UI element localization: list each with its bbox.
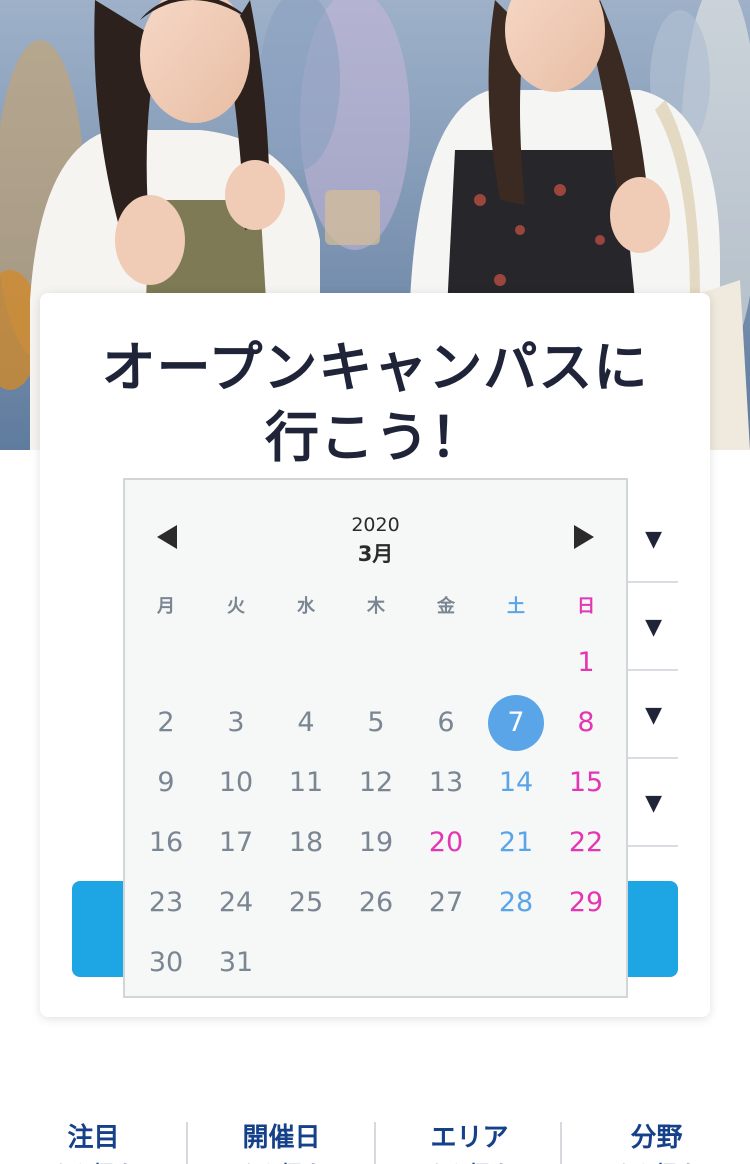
calendar-day[interactable]: 19 [341, 815, 411, 871]
calendar-day-number: 24 [218, 887, 254, 918]
calendar-day[interactable]: 22 [551, 815, 621, 871]
calendar-day-number: 28 [498, 887, 534, 918]
calendar-day[interactable]: 31 [201, 935, 271, 991]
calendar-day[interactable]: 30 [131, 935, 201, 991]
calendar-day-number: 31 [218, 947, 254, 978]
title-line-1: オープンキャンパスに [101, 336, 649, 399]
calendar-day-number: 6 [437, 707, 455, 738]
calendar-day[interactable]: 15 [551, 755, 621, 811]
calendar-day-number: 17 [218, 827, 254, 858]
nav-item-sub: から探す [0, 1156, 187, 1164]
calendar-day-number: 4 [297, 707, 315, 738]
calendar-day[interactable]: 4 [271, 695, 341, 751]
calendar-day[interactable]: 2 [131, 695, 201, 751]
nav-item-field[interactable]: 分野 から探す [563, 1120, 750, 1164]
calendar-day-number: 15 [568, 767, 604, 798]
chevron-down-icon: ▼ [645, 791, 662, 816]
calendar-day-number: 21 [498, 827, 534, 858]
calendar-day-number: 10 [218, 767, 254, 798]
nav-item-label: 分野 [630, 1123, 683, 1153]
calendar-day[interactable]: 13 [411, 755, 481, 811]
calendar-day-number: 30 [148, 947, 184, 978]
chevron-down-icon: ▼ [645, 703, 662, 728]
calendar-day-number: 25 [288, 887, 324, 918]
date-picker-popup: 2020 3月 月 火 水 木 金 土 日 1 2 3 4 5 6 7 8 9 10 11 12 13 1… [123, 478, 628, 998]
calendar-day-number: 12 [358, 767, 394, 798]
calendar-day[interactable]: 1 [551, 635, 621, 691]
nav-item-sub: から探す [376, 1156, 563, 1164]
nav-item-label: 開催日 [242, 1123, 321, 1153]
calendar-day-number: 13 [428, 767, 464, 798]
calendar-day-grid: 1 2 3 4 5 6 7 8 9 10 11 12 13 14 15 16 17 18 19 20 21 22 23 24 2… [131, 480, 621, 1000]
calendar-day[interactable]: 29 [551, 875, 621, 931]
calendar-day[interactable]: 11 [271, 755, 341, 811]
calendar-day-number: 20 [428, 827, 464, 858]
nav-divider [560, 1122, 562, 1164]
calendar-day[interactable]: 10 [201, 755, 271, 811]
calendar-day-number: 18 [288, 827, 324, 858]
calendar-day-number: 14 [498, 767, 534, 798]
calendar-day-number: 23 [148, 887, 184, 918]
calendar-day-number: 16 [148, 827, 184, 858]
nav-item-sub: から探す [563, 1156, 750, 1164]
title-line-2: 行こう！ [265, 406, 485, 469]
calendar-day[interactable]: 8 [551, 695, 621, 751]
calendar-day-number: 19 [358, 827, 394, 858]
calendar-day-number: 9 [157, 767, 175, 798]
calendar-day-number: 1 [577, 647, 595, 678]
calendar-day-number: 11 [288, 767, 324, 798]
calendar-day[interactable]: 16 [131, 815, 201, 871]
nav-item-area[interactable]: エリア から探す [376, 1120, 563, 1164]
calendar-day[interactable]: 24 [201, 875, 271, 931]
calendar-day[interactable]: 28 [481, 875, 551, 931]
calendar-day[interactable]: 17 [201, 815, 271, 871]
calendar-day[interactable]: 5 [341, 695, 411, 751]
nav-item-label: 注目 [67, 1123, 120, 1153]
calendar-day[interactable]: 27 [411, 875, 481, 931]
page-title: オープンキャンパスに 行こう！ [40, 333, 710, 473]
calendar-day[interactable]: 23 [131, 875, 201, 931]
calendar-day[interactable]: 12 [341, 755, 411, 811]
nav-item-sub: から探す [188, 1156, 375, 1164]
calendar-day-selected[interactable]: 7 [481, 695, 551, 751]
calendar-day-number: 8 [577, 707, 595, 738]
calendar-day-number: 3 [227, 707, 245, 738]
calendar-day[interactable]: 14 [481, 755, 551, 811]
calendar-day[interactable]: 3 [201, 695, 271, 751]
bottom-search-nav: 注目 から探す 開催日 から探す エリア から探す 分野 から探す [0, 1120, 750, 1164]
calendar-day-number: 29 [568, 887, 604, 918]
calendar-day-number: 5 [367, 707, 385, 738]
calendar-day[interactable]: 6 [411, 695, 481, 751]
nav-item-featured[interactable]: 注目 から探す [0, 1120, 187, 1164]
calendar-day-number: 26 [358, 887, 394, 918]
calendar-day[interactable]: 18 [271, 815, 341, 871]
calendar-day-number: 27 [428, 887, 464, 918]
chevron-down-icon: ▼ [645, 527, 662, 552]
calendar-day[interactable]: 20 [411, 815, 481, 871]
calendar-day-number: 7 [507, 707, 525, 738]
calendar-day[interactable]: 9 [131, 755, 201, 811]
nav-item-label: エリア [430, 1123, 509, 1153]
calendar-day-number: 2 [157, 707, 175, 738]
calendar-day[interactable]: 25 [271, 875, 341, 931]
calendar-day[interactable]: 26 [341, 875, 411, 931]
calendar-day-number: 22 [568, 827, 604, 858]
nav-item-date[interactable]: 開催日 から探す [188, 1120, 375, 1164]
calendar-day[interactable]: 21 [481, 815, 551, 871]
chevron-down-icon: ▼ [645, 615, 662, 640]
